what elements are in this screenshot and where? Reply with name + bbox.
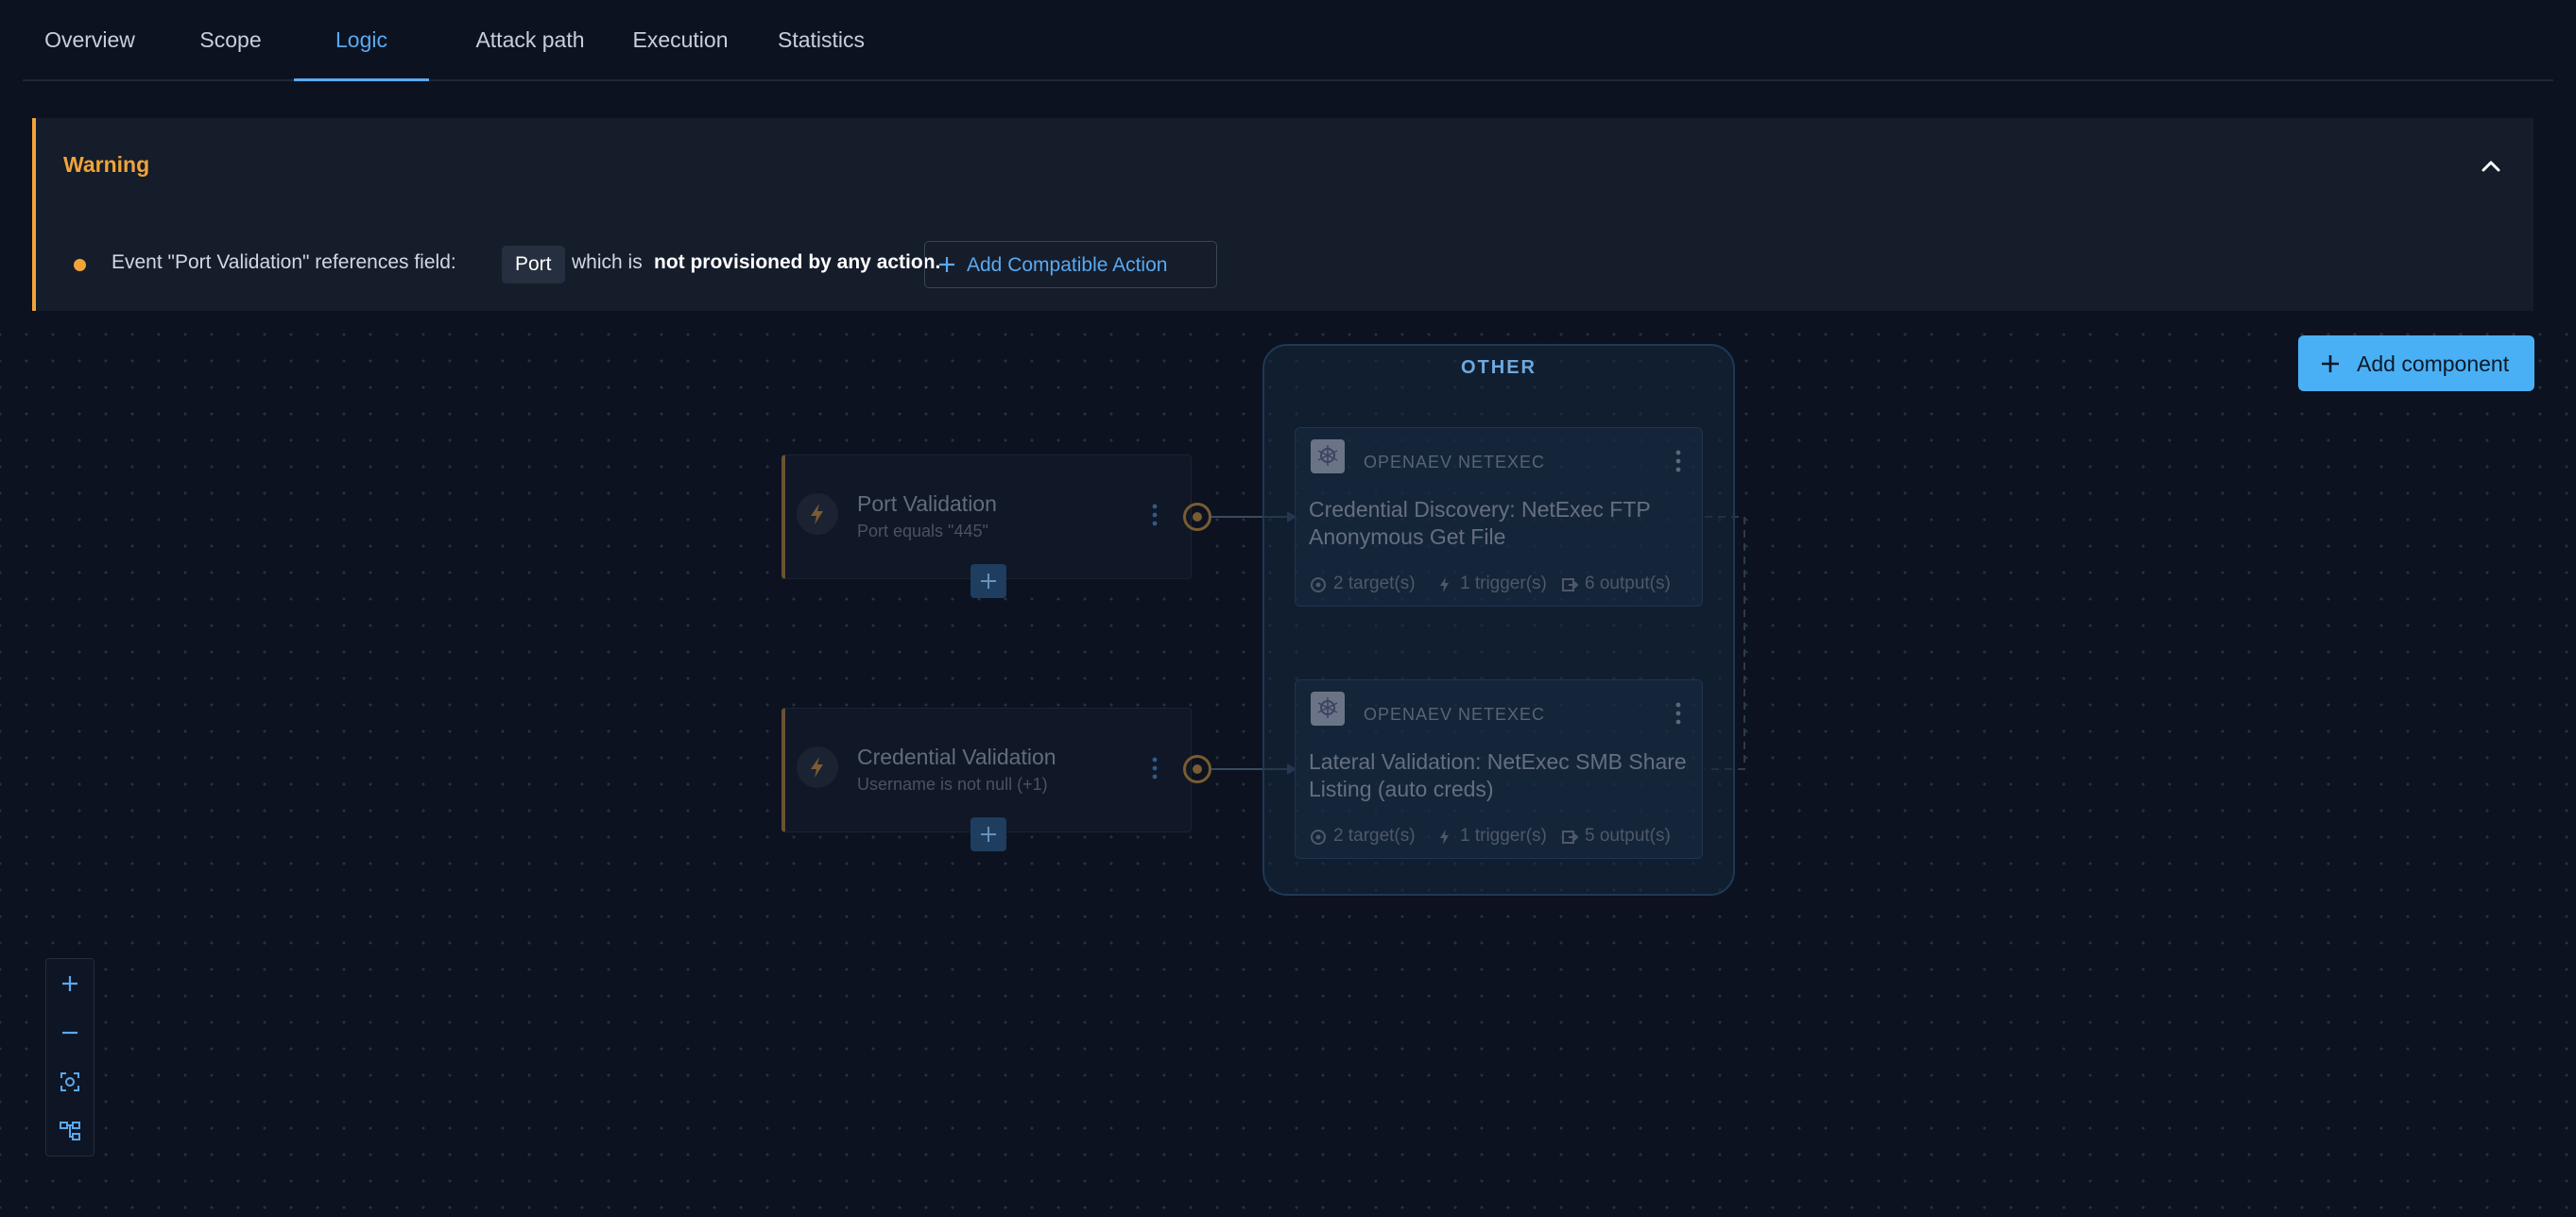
plus-icon: [2322, 355, 2339, 372]
group-label: OTHER: [1461, 357, 1537, 378]
output-handle[interactable]: [1183, 755, 1211, 783]
lightning-icon: [1440, 830, 1449, 845]
zoom-out-button[interactable]: [46, 1008, 94, 1057]
plus-icon: [981, 827, 996, 842]
add-action-button[interactable]: [970, 817, 1006, 851]
more-vertical-icon[interactable]: [1672, 701, 1685, 726]
fit-view-icon: [60, 1072, 79, 1091]
action-meta: 2 target(s) 1 trigger(s) 5 output(s): [1309, 826, 1696, 848]
lightning-icon: [797, 493, 838, 535]
trigger-condition: Port equals "445": [857, 522, 988, 540]
trigger-node[interactable]: Port Validation Port equals "445": [781, 454, 1192, 579]
plus-icon: [62, 976, 77, 991]
output-handle[interactable]: [1183, 503, 1211, 531]
auto-layout-button[interactable]: [46, 1106, 94, 1156]
action-provider: OPENAEV NETEXEC: [1364, 705, 1546, 724]
output-icon: [1562, 578, 1579, 591]
zoom-in-button[interactable]: [46, 959, 94, 1008]
auto-layout-icon: [60, 1122, 80, 1140]
add-action-button[interactable]: [970, 564, 1006, 598]
trigger-title: Credential Validation: [857, 745, 1056, 769]
trigger-condition: Username is not null (+1): [857, 775, 1048, 794]
more-vertical-icon[interactable]: [1148, 756, 1161, 780]
more-vertical-icon[interactable]: [1672, 449, 1685, 473]
scenario-logic-page: Overview Scope Logic Attack path Executi…: [0, 0, 2576, 1217]
canvas-controls: [45, 958, 94, 1157]
action-title: Credential Discovery: NetExec FTP Anonym…: [1309, 497, 1651, 549]
target-icon: [1311, 577, 1326, 592]
action-node[interactable]: OPENAEV NETEXEC Credential Discovery: Ne…: [1295, 427, 1703, 607]
netexec-logo-icon: [1311, 439, 1345, 473]
target-icon: [1311, 830, 1326, 845]
action-provider: OPENAEV NETEXEC: [1364, 453, 1546, 471]
add-component-label: Add component: [2357, 351, 2510, 376]
add-component-button[interactable]: Add component: [2298, 335, 2534, 391]
lightning-icon: [1440, 577, 1449, 592]
trigger-title: Port Validation: [857, 491, 997, 516]
more-vertical-icon[interactable]: [1148, 503, 1161, 527]
lightning-icon: [797, 746, 838, 788]
action-meta: 2 target(s) 1 trigger(s) 6 output(s): [1309, 574, 1696, 596]
action-node[interactable]: OPENAEV NETEXEC Lateral Validation: NetE…: [1295, 679, 1703, 859]
netexec-logo-icon: [1311, 692, 1345, 726]
trigger-node[interactable]: Credential Validation Username is not nu…: [781, 708, 1192, 832]
fit-view-button[interactable]: [46, 1057, 94, 1106]
minus-icon: [62, 1031, 77, 1035]
action-title: Lateral Validation: NetExec SMB Share Li…: [1309, 749, 1687, 801]
output-icon: [1562, 831, 1579, 844]
plus-icon: [981, 574, 996, 589]
